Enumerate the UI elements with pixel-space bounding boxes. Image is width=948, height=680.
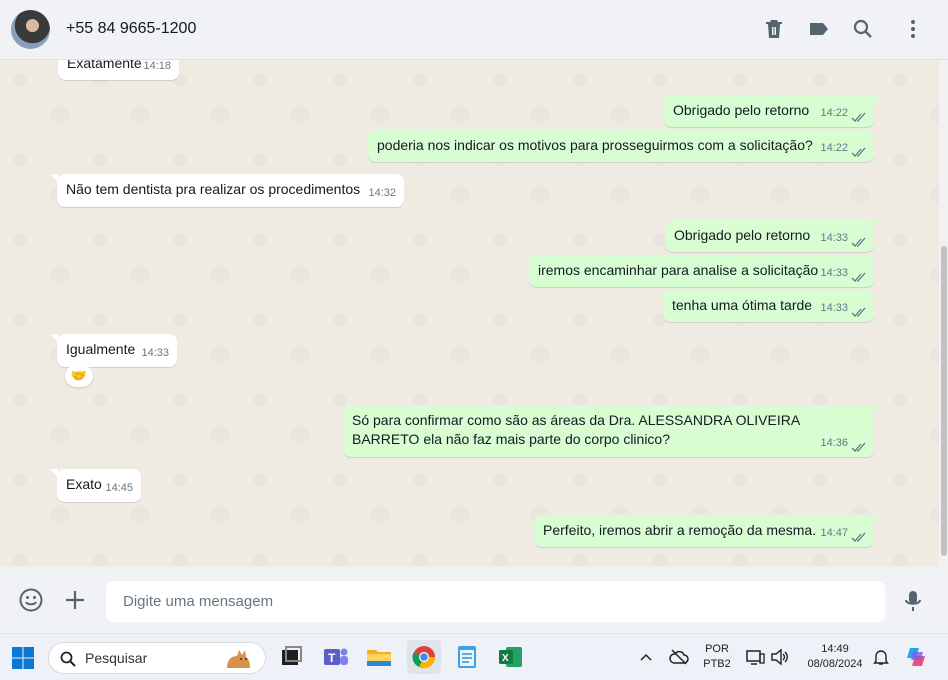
composer-bar: Digite uma mensagem — [0, 567, 948, 633]
message-outgoing[interactable]: tenha uma ótima tarde 14:33 — [663, 290, 874, 322]
message-outgoing[interactable]: poderia nos indicar os motivos para pros… — [368, 130, 874, 162]
notification-bell-icon[interactable] — [873, 648, 889, 666]
message-time: 14:47 — [820, 527, 848, 539]
message-time: 14:33 — [820, 232, 848, 244]
message-incoming[interactable]: Exato 14:45 — [50, 469, 141, 502]
svg-text:T: T — [328, 651, 336, 665]
file-explorer-icon[interactable] — [364, 642, 394, 672]
message-time: 14:33 — [820, 302, 848, 314]
volume-icon[interactable] — [770, 648, 790, 666]
language-code: POR — [705, 643, 729, 655]
reaction-badge[interactable]: 🤝 — [65, 365, 93, 387]
search-icon[interactable] — [851, 17, 875, 41]
menu-dots-icon[interactable] — [901, 17, 925, 41]
read-ticks-icon — [851, 112, 866, 122]
read-ticks-icon — [851, 237, 866, 247]
message-text: Perfeito, iremos abrir a remoção da mesm… — [543, 522, 817, 538]
message-incoming[interactable]: Não tem dentista pra realizar os procedi… — [50, 174, 404, 207]
message-time: 14:45 — [105, 482, 133, 494]
notepad-icon[interactable] — [452, 642, 482, 672]
message-outgoing[interactable]: Obrigado pelo retorno 14:22 — [664, 95, 881, 127]
message-time: 14:22 — [820, 107, 848, 119]
message-text: iremos encaminhar para analise a solicit… — [538, 262, 819, 278]
contact-avatar[interactable] — [11, 10, 50, 49]
message-text: tenha uma ótima tarde — [672, 297, 813, 313]
taskbar-search[interactable]: Pesquisar — [48, 642, 266, 674]
clock-time: 14:49 — [821, 643, 849, 655]
message-time: 14:33 — [820, 267, 848, 279]
language-indicator[interactable]: POR PTB2 — [702, 642, 732, 672]
chat-header: +55 84 9665-1200 — [0, 0, 948, 60]
read-ticks-icon — [851, 442, 866, 452]
message-text: Obrigado pelo retorno — [673, 102, 810, 118]
message-time: 14:36 — [820, 437, 848, 449]
message-time: 14:32 — [368, 187, 396, 199]
windows-taskbar: Pesquisar T X POR PTB2 14:49 08/08/2024 — [0, 633, 948, 680]
excel-icon[interactable]: X — [496, 642, 526, 672]
clock-date: 08/08/2024 — [807, 658, 863, 670]
cloud-offline-icon[interactable] — [669, 648, 689, 666]
message-time: 14:33 — [141, 347, 169, 359]
message-time: 14:22 — [820, 142, 848, 154]
emoji-icon[interactable] — [18, 587, 44, 613]
microphone-icon[interactable] — [900, 588, 926, 614]
system-clock[interactable]: 14:49 08/08/2024 — [800, 642, 870, 672]
copilot-icon[interactable] — [904, 644, 930, 670]
search-label: Pesquisar — [85, 650, 148, 666]
label-icon[interactable] — [807, 17, 831, 41]
message-outgoing[interactable]: iremos encaminhar para analise a solicit… — [529, 255, 874, 287]
svg-text:X: X — [502, 653, 509, 664]
read-ticks-icon — [851, 272, 866, 282]
read-ticks-icon — [851, 532, 866, 542]
read-ticks-icon — [851, 147, 866, 157]
message-text: Não tem dentista pra realizar os procedi… — [66, 181, 361, 197]
message-incoming[interactable]: Exatamente 14:18 — [58, 60, 179, 80]
windows-start-icon[interactable] — [11, 646, 35, 670]
chrome-icon[interactable] — [407, 640, 441, 674]
message-outgoing[interactable]: Perfeito, iremos abrir a remoção da mesm… — [534, 515, 881, 547]
message-input[interactable]: Digite uma mensagem — [106, 581, 885, 622]
chevron-up-icon[interactable] — [639, 650, 653, 664]
scrollbar-thumb[interactable] — [941, 246, 947, 556]
cat-doodle-icon — [227, 650, 250, 668]
teams-icon[interactable]: T — [320, 642, 350, 672]
message-outgoing[interactable]: Obrigado pelo retorno 14:33 — [665, 220, 881, 252]
trash-icon[interactable] — [762, 17, 786, 41]
message-incoming[interactable]: Igualmente 14:33 — [50, 334, 177, 367]
read-ticks-icon — [851, 307, 866, 317]
message-time: 14:18 — [143, 60, 171, 72]
message-text: Exato — [66, 476, 102, 492]
message-list[interactable]: Exatamente 14:18 Obrigado pelo retorno 1… — [0, 60, 948, 567]
message-text: Exatamente — [67, 60, 142, 71]
keyboard-layout: PTB2 — [703, 658, 731, 670]
message-text: Só para confirmar como são as áreas da D… — [352, 412, 800, 447]
message-outgoing[interactable]: Só para confirmar como são as áreas da D… — [343, 405, 881, 457]
chat-scrollbar[interactable] — [939, 60, 948, 567]
message-text: Igualmente — [66, 341, 136, 357]
message-text: Obrigado pelo retorno — [674, 227, 811, 243]
contact-name[interactable]: +55 84 9665-1200 — [66, 20, 196, 38]
task-view-icon[interactable] — [276, 642, 306, 672]
attach-plus-icon[interactable] — [62, 587, 88, 613]
message-text: poderia nos indicar os motivos para pros… — [377, 137, 813, 153]
search-icon — [60, 651, 76, 667]
network-icon[interactable] — [745, 648, 765, 666]
